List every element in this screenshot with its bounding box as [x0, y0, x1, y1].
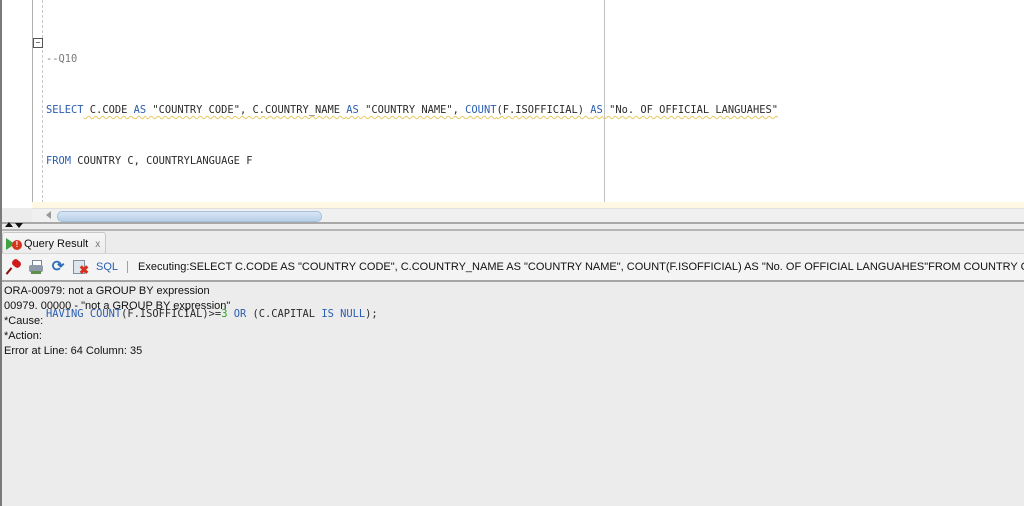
keyword: IS [321, 308, 334, 320]
executing-status: Executing:SELECT C.CODE AS "COUNTRY CODE… [138, 261, 1024, 273]
pin-head [10, 257, 23, 270]
keyword: SELECT [46, 104, 84, 116]
output-line: 00979. 00000 - "not a GROUP BY expressio… [4, 300, 231, 312]
toolbar-separator [127, 261, 129, 273]
code-token: (F.ISOFFICIAL) [496, 104, 591, 116]
output-line: ORA-00979: not a GROUP BY expression [4, 285, 210, 297]
fold-toggle-icon[interactable]: − [33, 38, 43, 48]
gutter-corner [2, 208, 32, 222]
close-tab-icon[interactable]: x [95, 239, 100, 250]
clear-results-icon[interactable]: ✖ [72, 259, 90, 277]
code-token: "COUNTRY CODE", C.COUNTRY_NAME [146, 104, 347, 116]
expand-up-icon[interactable] [5, 222, 13, 227]
pin-needle [5, 267, 13, 275]
print-icon[interactable] [28, 259, 44, 275]
pin-icon[interactable] [5, 257, 23, 275]
fold-guide [42, 0, 43, 208]
code-token: "No. OF OFFICIAL LANGUAHES" [602, 104, 778, 116]
query-error-icon: ! [6, 237, 22, 251]
keyword: OR [233, 308, 247, 320]
keyword: AS [590, 104, 603, 116]
line-gutter [2, 0, 33, 208]
code-token: (C.CAPITAL [246, 308, 322, 320]
keyword: COUNT [465, 104, 497, 116]
tab-query-result[interactable]: ! Query Result x [2, 232, 106, 255]
scroll-left-icon[interactable] [46, 211, 51, 219]
refresh-icon[interactable]: ⟳ [50, 259, 66, 275]
sql-button[interactable]: SQL [96, 261, 118, 273]
code-line-comment: --Q10 [46, 53, 78, 65]
scrollbar-thumb[interactable] [57, 211, 322, 222]
code-token: ); [365, 308, 378, 320]
output-line: Error at Line: 64 Column: 35 [4, 345, 143, 357]
printer-tray [31, 271, 41, 274]
code-line-select: SELECT C.CODE AS "COUNTRY CODE", C.COUNT… [46, 102, 778, 119]
output-line: *Action: [4, 330, 42, 342]
horizontal-scrollbar[interactable] [32, 208, 1024, 223]
window-left-border [0, 0, 2, 506]
output-line: *Cause: [4, 315, 44, 327]
clear-x: ✖ [79, 263, 90, 277]
keyword: FROM [46, 155, 72, 167]
select-body: C.CODE AS "COUNTRY CODE", C.COUNTRY_NAME… [84, 104, 778, 116]
code-token: COUNTRY C, COUNTRYLANGUAGE F [71, 155, 253, 167]
error-badge-icon: ! [12, 240, 22, 250]
results-toolbar: ⟳ ✖ SQL Executing:SELECT C.CODE AS "COUN… [0, 253, 1024, 282]
error-output: ORA-00979: not a GROUP BY expression 009… [4, 284, 230, 359]
keyword: AS [346, 104, 359, 116]
collapse-down-icon[interactable] [15, 223, 23, 228]
code-token: "COUNTRY NAME", [358, 104, 466, 116]
keyword: AS [133, 104, 147, 116]
code-token: C.CODE [83, 104, 134, 116]
tab-label: Query Result [24, 238, 89, 250]
code-line-from: FROM COUNTRY C, COUNTRYLANGUAGE F [46, 153, 778, 170]
result-tabs: ! Query Result x [0, 231, 1024, 255]
keyword: NULL [340, 308, 366, 320]
sql-editor[interactable]: − --Q10 SELECT C.CODE AS "COUNTRY CODE",… [0, 0, 1024, 320]
